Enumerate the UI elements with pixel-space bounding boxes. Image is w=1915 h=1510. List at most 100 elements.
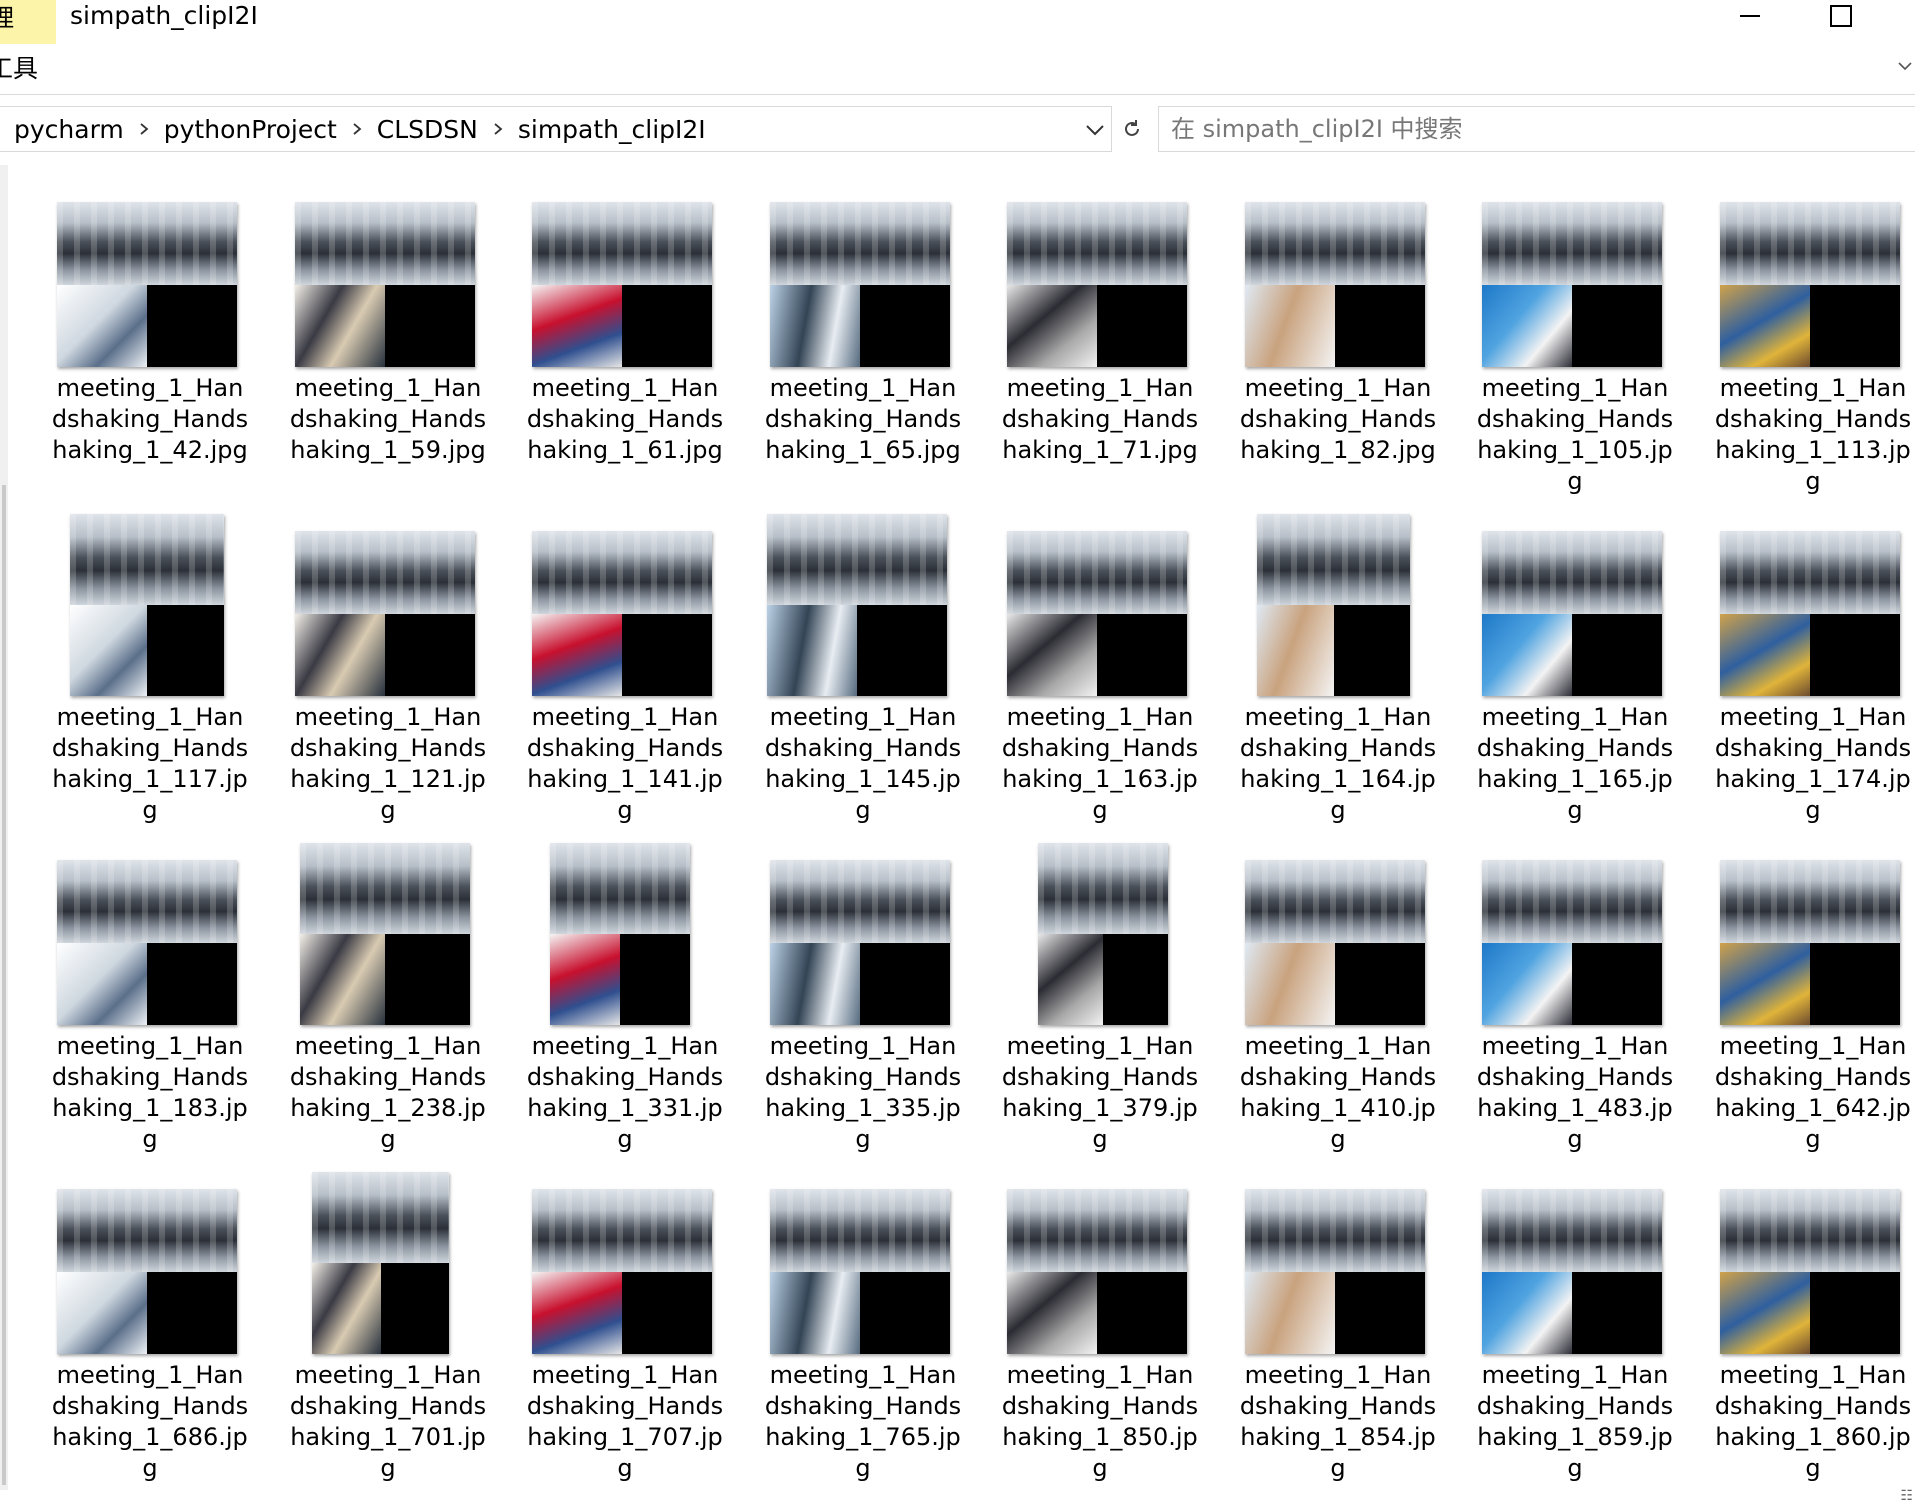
thumbnail-meeting-image	[1257, 514, 1410, 605]
thumbnail-black-quadrant	[1335, 942, 1425, 1025]
file-name: meeting_1_Handshaking_Handshaking_1_165.…	[1476, 703, 1674, 824]
file-thumbnail-area	[50, 195, 250, 370]
file-item[interactable]: meeting_1_Handshaking_Handshaking_1_850.…	[1000, 1182, 1200, 1510]
thumbnail-meeting-image	[1007, 1189, 1187, 1272]
maximize-button[interactable]	[1810, 0, 1870, 36]
file-item[interactable]: meeting_1_Handshaking_Handshaking_1_410.…	[1238, 853, 1438, 1181]
file-item[interactable]: meeting_1_Handshaking_Handshaking_1_145.…	[763, 514, 963, 852]
file-item[interactable]: meeting_1_Handshaking_Handshaking_1_331.…	[525, 843, 725, 1181]
file-item[interactable]: meeting_1_Handshaking_Handshaking_1_483.…	[1475, 853, 1675, 1181]
ribbon-tab-tools[interactable]: 工具	[0, 52, 40, 86]
file-name: meeting_1_Handshaking_Handshaking_1_860.…	[1714, 1361, 1912, 1482]
file-thumbnail-area	[1475, 853, 1675, 1028]
file-thumbnail	[295, 202, 475, 367]
file-thumbnail	[1482, 202, 1662, 367]
file-item[interactable]: meeting_1_Handshaking_Handshaking_1_765.…	[763, 1182, 963, 1510]
file-name: meeting_1_Handshaking_Handshaking_1_145.…	[764, 703, 962, 824]
file-item[interactable]: meeting_1_Handshaking_Handshaking_1_59.j…	[288, 195, 488, 523]
thumbnail-meeting-image	[1720, 531, 1900, 614]
file-thumbnail	[532, 1189, 712, 1354]
file-item[interactable]: meeting_1_Handshaking_Handshaking_1_174.…	[1713, 524, 1913, 852]
file-thumbnail	[1245, 860, 1425, 1025]
breadcrumb-separator-icon[interactable]	[478, 122, 518, 136]
file-item[interactable]: meeting_1_Handshaking_Handshaking_1_61.j…	[525, 195, 725, 523]
thumbnail-black-quadrant	[1097, 284, 1187, 367]
thumbnail-handshake-image	[1007, 613, 1097, 696]
thumbnail-meeting-image	[1720, 1189, 1900, 1272]
breadcrumb-item-clsdsn[interactable]: CLSDSN	[377, 115, 478, 144]
file-thumbnail	[300, 843, 470, 1025]
refresh-icon	[1125, 120, 1139, 136]
thumbnail-meeting-image	[1007, 202, 1187, 285]
file-thumbnail-area	[1713, 1182, 1913, 1357]
thumbnail-meeting-image	[532, 1189, 712, 1272]
file-item[interactable]: meeting_1_Handshaking_Handshaking_1_707.…	[525, 1182, 725, 1510]
breadcrumb-separator-icon[interactable]	[124, 122, 164, 136]
file-item[interactable]: meeting_1_Handshaking_Handshaking_1_82.j…	[1238, 195, 1438, 523]
thumbnail-meeting-image	[70, 514, 224, 605]
minimize-button[interactable]	[1720, 0, 1780, 36]
file-item[interactable]: meeting_1_Handshaking_Handshaking_1_105.…	[1475, 195, 1675, 523]
breadcrumb-item-pythonproject[interactable]: pythonProject	[164, 115, 337, 144]
file-item[interactable]: meeting_1_Handshaking_Handshaking_1_854.…	[1238, 1182, 1438, 1510]
thumbnail-meeting-image	[1482, 202, 1662, 285]
file-item[interactable]: meeting_1_Handshaking_Handshaking_1_164.…	[1238, 514, 1438, 852]
file-item[interactable]: meeting_1_Handshaking_Handshaking_1_860.…	[1713, 1182, 1913, 1510]
file-item[interactable]: meeting_1_Handshaking_Handshaking_1_65.j…	[763, 195, 963, 523]
thumbnail-meeting-image	[770, 202, 950, 285]
thumbnail-black-quadrant	[622, 284, 712, 367]
details-view-icon[interactable]: ☷	[1900, 1488, 1913, 1504]
thumbnail-black-quadrant	[1097, 613, 1187, 696]
file-name: meeting_1_Handshaking_Handshaking_1_121.…	[289, 703, 487, 824]
file-thumbnail-area	[1475, 524, 1675, 699]
file-item[interactable]: meeting_1_Handshaking_Handshaking_1_141.…	[525, 524, 725, 852]
file-thumbnail-area	[1000, 195, 1200, 370]
address-bar[interactable]: pycharm pythonProject CLSDSN simpath_cli…	[0, 106, 1112, 152]
file-item[interactable]: meeting_1_Handshaking_Handshaking_1_686.…	[50, 1182, 250, 1510]
ribbon-tab-manage[interactable]: 理	[0, 0, 56, 44]
file-item[interactable]: meeting_1_Handshaking_Handshaking_1_379.…	[1000, 843, 1200, 1181]
file-item[interactable]: meeting_1_Handshaking_Handshaking_1_701.…	[288, 1172, 488, 1510]
file-item[interactable]: meeting_1_Handshaking_Handshaking_1_335.…	[763, 853, 963, 1181]
file-item[interactable]: meeting_1_Handshaking_Handshaking_1_183.…	[50, 853, 250, 1181]
thumbnail-handshake-image	[770, 1271, 860, 1354]
thumbnail-handshake-image	[57, 942, 147, 1025]
file-thumbnail	[1007, 1189, 1187, 1354]
file-thumbnail	[1720, 860, 1900, 1025]
file-thumbnail	[1720, 1189, 1900, 1354]
thumbnail-black-quadrant	[857, 605, 947, 696]
thumbnail-handshake-image	[1007, 284, 1097, 367]
thumbnail-handshake-image	[1257, 605, 1334, 696]
file-thumbnail-area	[1713, 853, 1913, 1028]
file-thumbnail	[532, 202, 712, 367]
thumbnail-meeting-image	[57, 202, 237, 285]
search-input[interactable]: 在 simpath_clipI2I 中搜索	[1158, 106, 1915, 152]
thumbnail-black-quadrant	[385, 613, 475, 696]
file-item[interactable]: meeting_1_Handshaking_Handshaking_1_42.j…	[50, 195, 250, 523]
thumbnail-meeting-image	[770, 1189, 950, 1272]
file-thumbnail-area	[288, 195, 488, 370]
thumbnail-handshake-image	[1482, 942, 1572, 1025]
expand-ribbon-button[interactable]	[1897, 58, 1913, 74]
file-name: meeting_1_Handshaking_Handshaking_1_174.…	[1714, 703, 1912, 824]
thumbnail-black-quadrant	[1572, 284, 1662, 367]
navigation-pane-scrollbar[interactable]	[0, 165, 8, 1490]
breadcrumb-item-pycharm[interactable]: pycharm	[14, 115, 124, 144]
file-item[interactable]: meeting_1_Handshaking_Handshaking_1_121.…	[288, 524, 488, 852]
file-item[interactable]: meeting_1_Handshaking_Handshaking_1_113.…	[1713, 195, 1913, 523]
thumbnail-meeting-image	[1482, 860, 1662, 943]
file-item[interactable]: meeting_1_Handshaking_Handshaking_1_163.…	[1000, 524, 1200, 852]
file-item[interactable]: meeting_1_Handshaking_Handshaking_1_859.…	[1475, 1182, 1675, 1510]
address-history-dropdown[interactable]	[1084, 119, 1106, 141]
file-item[interactable]: meeting_1_Handshaking_Handshaking_1_71.j…	[1000, 195, 1200, 523]
thumbnail-handshake-image	[70, 605, 147, 696]
file-item[interactable]: meeting_1_Handshaking_Handshaking_1_165.…	[1475, 524, 1675, 852]
file-thumbnail	[1007, 531, 1187, 696]
refresh-button[interactable]	[1116, 106, 1148, 152]
breadcrumb-separator-icon[interactable]	[337, 122, 377, 136]
file-item[interactable]: meeting_1_Handshaking_Handshaking_1_117.…	[50, 514, 250, 852]
file-item[interactable]: meeting_1_Handshaking_Handshaking_1_238.…	[288, 843, 488, 1181]
thumbnail-meeting-image	[295, 202, 475, 285]
file-item[interactable]: meeting_1_Handshaking_Handshaking_1_642.…	[1713, 853, 1913, 1181]
breadcrumb-item-current-folder[interactable]: simpath_clipI2I	[518, 115, 706, 144]
